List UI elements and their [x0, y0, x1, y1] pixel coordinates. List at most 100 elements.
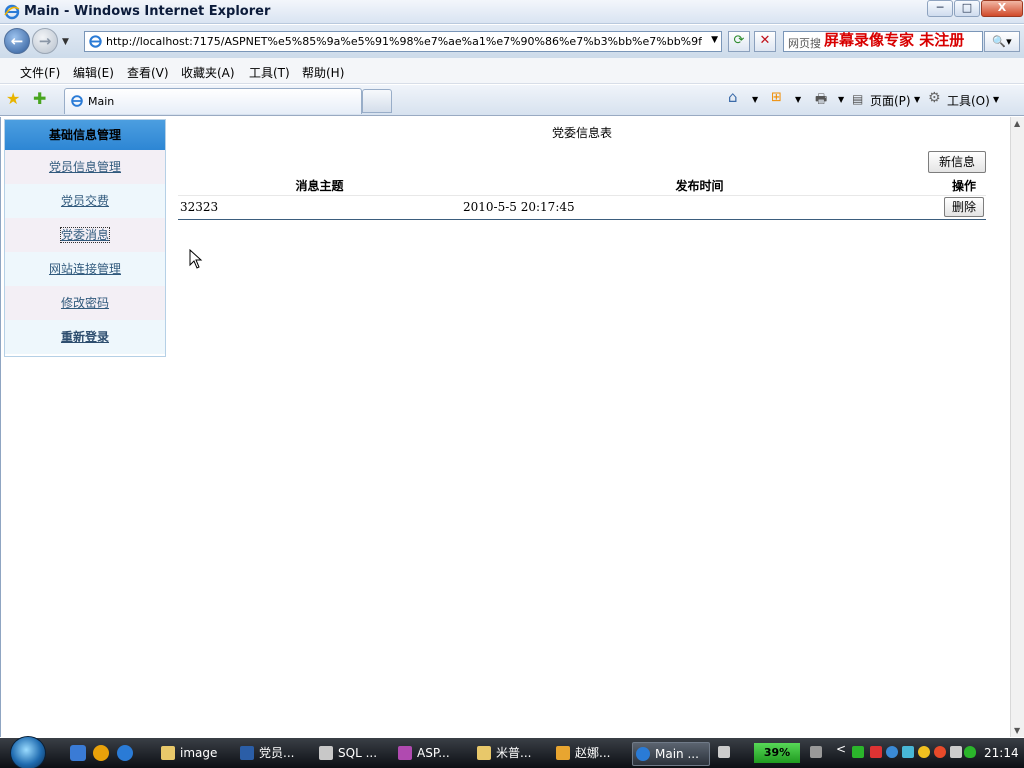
maximize-button[interactable]: □ — [954, 0, 980, 17]
url-dropdown-icon[interactable]: ▼ — [711, 35, 718, 45]
quicklaunch-ie-icon[interactable] — [117, 745, 133, 761]
print-dropdown-icon[interactable]: ▼ — [838, 95, 844, 104]
tray-expand-icon[interactable]: < — [836, 742, 848, 756]
minimize-button[interactable]: ─ — [927, 0, 953, 17]
taskbar: image 党员... SQL ... ASP... 米普... 赵娜... M… — [0, 736, 1024, 768]
url-field[interactable]: http://localhost:7175/ASPNET%e5%85%9a%e5… — [84, 31, 722, 52]
recorder-watermark: 屏幕录像专家 未注册 — [824, 31, 965, 49]
search-button[interactable]: 🔍▾ — [984, 31, 1020, 52]
tray-app-icon[interactable] — [950, 746, 962, 758]
sidebar-item-relogin: 重新登录 — [5, 320, 165, 354]
keyboard-icon[interactable] — [718, 746, 730, 758]
task-label: Main ... — [655, 747, 699, 761]
task-main-ie[interactable]: Main ... — [632, 742, 710, 766]
close-window-button[interactable]: X — [981, 0, 1023, 17]
tab-main[interactable]: Main — [64, 88, 362, 114]
cpu-meter: 39% — [754, 743, 800, 763]
scroll-down-icon[interactable]: ▼ — [1014, 726, 1020, 735]
sidebar-item-password: 修改密码 — [5, 286, 165, 320]
menu-view[interactable]: 查看(V) — [127, 64, 169, 81]
visual-studio-icon — [398, 746, 412, 760]
tray-shield-icon[interactable] — [964, 746, 976, 758]
start-button[interactable] — [10, 736, 46, 768]
tab-ie-icon — [71, 95, 83, 107]
menu-tools[interactable]: 工具(T) — [249, 64, 290, 81]
menu-edit[interactable]: 编辑(E) — [73, 64, 114, 81]
home-icon[interactable]: ⌂ — [728, 88, 738, 106]
menu-favorites[interactable]: 收藏夹(A) — [181, 64, 235, 81]
title-bar: Main - Windows Internet Explorer ─ □ X — [0, 0, 1024, 24]
page-icon: ▤ — [852, 92, 864, 106]
change-password-link[interactable]: 修改密码 — [61, 296, 109, 310]
messages-link[interactable]: 党委消息 — [59, 227, 111, 243]
refresh-button[interactable]: ⟳ — [728, 31, 750, 52]
tray-qq-icon[interactable] — [918, 746, 930, 758]
back-button[interactable]: ← — [4, 28, 30, 54]
history-dropdown-icon[interactable]: ▼ — [62, 37, 69, 47]
app-icon — [556, 746, 570, 760]
quicklaunch-app-icon[interactable] — [93, 745, 109, 761]
ie-icon — [636, 747, 650, 761]
relogin-link[interactable]: 重新登录 — [61, 330, 109, 344]
sidebar-title: 基础信息管理 — [5, 120, 165, 150]
tools-menu[interactable]: 工具(O) — [947, 92, 990, 109]
url-text[interactable]: http://localhost:7175/ASPNET%e5%85%9a%e5… — [106, 35, 702, 48]
cell-time: 2010-5-5 20:17:45 — [463, 200, 575, 215]
gear-icon: ⚙ — [928, 90, 941, 106]
menu-file[interactable]: 文件(F) — [20, 64, 60, 81]
clock[interactable]: 21:14 — [984, 746, 1019, 760]
tray-qq-icon[interactable] — [934, 746, 946, 758]
table-row: 32323 2010-5-5 20:17:45 删除 — [178, 195, 986, 219]
task-label: SQL ... — [338, 746, 378, 760]
sidebar: 基础信息管理 党员信息管理 党员交费 党委消息 网站连接管理 修改密码 重新登录 — [4, 119, 166, 357]
power-icon[interactable] — [810, 746, 822, 758]
show-desktop-icon[interactable] — [70, 745, 86, 761]
col-action-header: 操作 — [938, 177, 986, 196]
tray-volume-icon[interactable] — [902, 746, 914, 758]
task-label: image — [180, 746, 218, 760]
page-dropdown-icon[interactable]: ▼ — [914, 95, 920, 104]
task-sql[interactable]: SQL ... — [316, 742, 394, 766]
task-asp[interactable]: ASP... — [395, 742, 473, 766]
ie-logo-icon — [4, 4, 20, 20]
sidebar-item-dues: 党员交费 — [5, 184, 165, 218]
stop-button[interactable]: ✕ — [754, 31, 776, 52]
home-dropdown-icon[interactable]: ▼ — [752, 95, 758, 104]
vertical-scrollbar[interactable]: ▲ ▼ — [1010, 117, 1024, 737]
dues-link[interactable]: 党员交费 — [61, 194, 109, 208]
search-placeholder: 网页搜 — [788, 37, 821, 50]
task-zhao[interactable]: 赵娜... — [553, 742, 631, 766]
task-label: 党员... — [259, 746, 295, 760]
task-word-doc[interactable]: 党员... — [237, 742, 315, 766]
feeds-dropdown-icon[interactable]: ▼ — [795, 95, 801, 104]
tools-dropdown-icon[interactable]: ▼ — [993, 95, 999, 104]
links-management-link[interactable]: 网站连接管理 — [49, 262, 121, 276]
member-info-link[interactable]: 党员信息管理 — [49, 160, 121, 174]
tray-network-icon[interactable] — [886, 746, 898, 758]
cell-subject: 32323 — [180, 200, 219, 215]
menu-help[interactable]: 帮助(H) — [302, 64, 344, 81]
new-message-button[interactable]: 新信息 — [928, 151, 986, 173]
col-time-header: 发布时间 — [461, 177, 938, 196]
print-icon[interactable]: 🖶 — [815, 90, 827, 112]
tab-bar: ★ ✚ Main ⌂ ▼ ⊞ ▼ 🖶 ▼ ▤ 页面(P) ▼ ⚙ 工具(O) ▼ — [0, 85, 1024, 116]
folder-icon — [161, 746, 175, 760]
tray-app-icon[interactable] — [870, 746, 882, 758]
search-icon: 🔍▾ — [992, 35, 1012, 48]
scroll-up-icon[interactable]: ▲ — [1014, 119, 1020, 128]
word-icon — [240, 746, 254, 760]
sidebar-item-member-info: 党员信息管理 — [5, 150, 165, 184]
page-menu[interactable]: 页面(P) — [870, 92, 911, 109]
feeds-icon[interactable]: ⊞ — [771, 90, 782, 105]
add-favorite-icon[interactable]: ✚ — [33, 89, 46, 108]
col-subject-header: 消息主题 — [178, 177, 461, 196]
task-label: 赵娜... — [575, 746, 611, 760]
delete-button[interactable]: 删除 — [944, 197, 984, 218]
forward-button[interactable]: → — [32, 28, 58, 54]
task-image[interactable]: image — [158, 742, 236, 766]
favorites-star-icon[interactable]: ★ — [6, 89, 20, 108]
task-folder[interactable]: 米普... — [474, 742, 552, 766]
tray-app-icon[interactable] — [852, 746, 864, 758]
new-tab-button[interactable] — [362, 89, 392, 113]
forward-arrow-icon: → — [38, 32, 52, 50]
